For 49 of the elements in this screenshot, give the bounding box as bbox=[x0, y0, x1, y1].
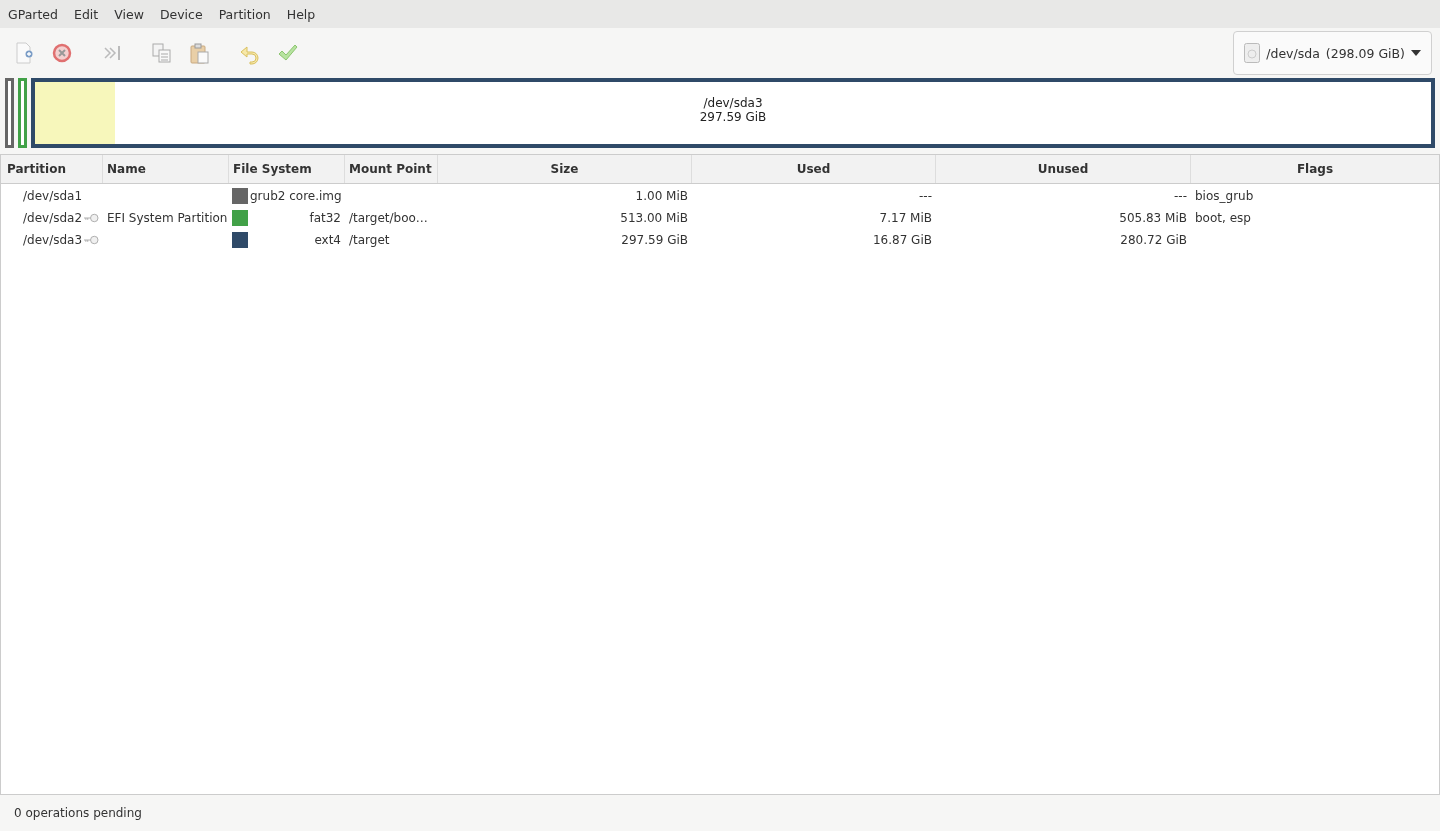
menu-item[interactable]: Partition bbox=[218, 6, 271, 22]
copy-icon[interactable] bbox=[150, 41, 174, 65]
flags-cell: boot, esp bbox=[1195, 211, 1251, 225]
paste-icon[interactable] bbox=[188, 41, 212, 65]
column-header[interactable]: Mount Point bbox=[345, 155, 438, 183]
status-text: 0 operations pending bbox=[14, 806, 142, 820]
column-header[interactable]: Flags bbox=[1191, 155, 1439, 183]
partition-block[interactable] bbox=[5, 78, 14, 148]
device-size: (298.09 GiB) bbox=[1325, 45, 1405, 61]
name-cell: EFI System Partition bbox=[107, 211, 228, 225]
mount-point-cell: /target/boo… bbox=[349, 211, 428, 225]
file-system-cell-text: ext4 bbox=[313, 233, 341, 247]
unused-cell: 505.83 MiB bbox=[1119, 211, 1187, 225]
menu-item[interactable]: View bbox=[114, 6, 144, 22]
size-cell: 513.00 MiB bbox=[620, 211, 688, 225]
size-cell: 297.59 GiB bbox=[621, 233, 688, 247]
flags-cell: bios_grub bbox=[1195, 189, 1254, 203]
device-label: /dev/sda bbox=[1266, 45, 1320, 61]
column-header[interactable]: Partition bbox=[1, 155, 103, 183]
partition-cell: /dev/sda3 bbox=[23, 233, 83, 247]
file-system-cell-text: grub2 core.img bbox=[249, 189, 342, 203]
partition-size: 297.59 GiB bbox=[699, 110, 767, 124]
column-header[interactable]: Name bbox=[103, 155, 229, 183]
size-cell: 1.00 MiB bbox=[635, 189, 688, 203]
partition-block[interactable] bbox=[18, 78, 27, 148]
menu-item[interactable]: Edit bbox=[74, 6, 99, 22]
partition-name: /dev/sda3 bbox=[703, 96, 763, 110]
partition-cell: /dev/sda2 bbox=[23, 211, 83, 225]
used-cell: 16.87 GiB bbox=[872, 233, 932, 247]
column-header[interactable]: Size bbox=[438, 155, 692, 183]
file-system-cell-text: fat32 bbox=[308, 211, 341, 225]
device-selector[interactable]: /dev/sda (298.09 GiB) bbox=[1233, 31, 1432, 75]
used-cell: --- bbox=[919, 189, 932, 203]
unused-cell: --- bbox=[1174, 189, 1187, 203]
mount-point-cell: /target bbox=[349, 233, 390, 247]
menu-item[interactable]: Device bbox=[159, 6, 203, 22]
unused-cell: 280.72 GiB bbox=[1120, 233, 1187, 247]
menu-item[interactable]: Help bbox=[286, 6, 316, 22]
column-header[interactable]: File System bbox=[229, 155, 345, 183]
partition-block[interactable]: /dev/sda3 297.59 GiB bbox=[31, 78, 1435, 148]
key-icon bbox=[84, 235, 99, 245]
partition-cell: /dev/sda1 bbox=[23, 189, 83, 203]
delete-icon[interactable] bbox=[50, 41, 74, 65]
column-header[interactable]: Unused bbox=[936, 155, 1191, 183]
key-icon bbox=[84, 213, 99, 223]
used-cell: 7.17 MiB bbox=[879, 211, 932, 225]
column-header[interactable]: Used bbox=[692, 155, 936, 183]
menu-item[interactable]: GParted bbox=[8, 6, 58, 22]
caret-icon bbox=[1411, 50, 1421, 56]
